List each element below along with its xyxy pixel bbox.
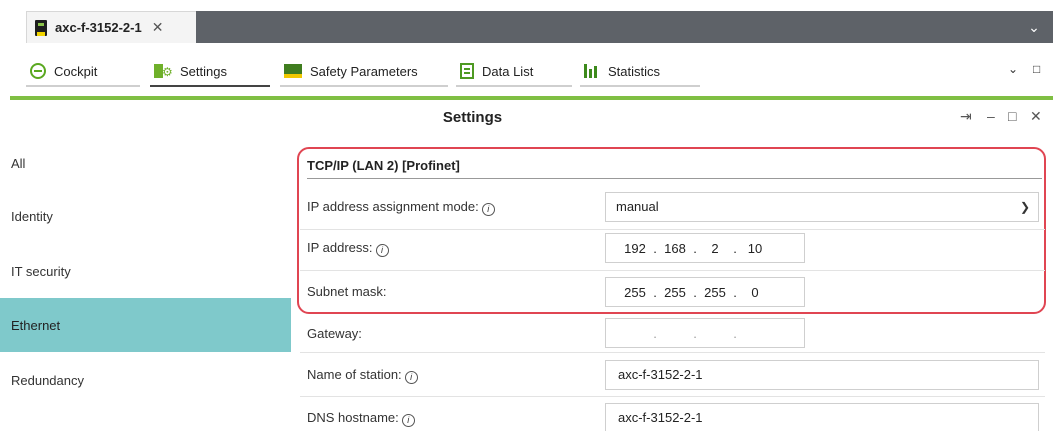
- station-name-input[interactable]: axc-f-3152-2-1: [605, 360, 1039, 390]
- row-divider: [300, 396, 1045, 397]
- panel-header: Settings: [0, 100, 1053, 136]
- cockpit-icon: [30, 63, 46, 79]
- subnet-octet-4[interactable]: 0: [740, 285, 770, 300]
- gateway-field[interactable]: . . .: [605, 318, 805, 348]
- tab-statistics-label: Statistics: [608, 63, 661, 79]
- ip-mode-value: manual: [616, 199, 659, 214]
- ip-mode-label-text: IP address assignment mode:: [307, 199, 479, 214]
- station-name-label-text: Name of station:: [307, 367, 402, 382]
- row-divider: [300, 270, 1045, 271]
- tab-data-list[interactable]: Data List: [456, 57, 572, 87]
- section-divider: [307, 178, 1042, 179]
- settings-sidebar: All Identity IT security Ethernet Redund…: [0, 136, 291, 431]
- plc-device-icon: [35, 19, 47, 36]
- ip-octet-1[interactable]: 192: [620, 241, 650, 256]
- tab-statistics[interactable]: Statistics: [580, 57, 700, 87]
- document-tab[interactable]: axc-f-3152-2-1 ✕: [26, 11, 196, 43]
- gateway-label: Gateway:: [307, 326, 362, 341]
- close-icon[interactable]: ✕: [152, 19, 164, 36]
- tab-cockpit-label: Cockpit: [54, 63, 98, 79]
- chevron-down-icon[interactable]: ⌄: [1008, 62, 1018, 76]
- pin-icon[interactable]: ⇥: [960, 108, 972, 125]
- tab-data-list-label: Data List: [482, 63, 534, 79]
- row-divider: [300, 352, 1045, 353]
- ip-mode-select[interactable]: manual ❯: [605, 192, 1039, 222]
- document-tab-strip: [196, 11, 1015, 43]
- tab-settings[interactable]: Settings: [150, 57, 270, 87]
- chevron-down-icon: ❯: [1019, 200, 1030, 214]
- chevron-down-icon[interactable]: ⌄: [1015, 11, 1053, 43]
- sidebar-item-it-security[interactable]: IT security: [0, 244, 291, 298]
- tab-safety-parameters-label: Safety Parameters: [310, 63, 418, 79]
- sidebar-item-all[interactable]: All: [0, 136, 291, 190]
- dns-hostname-input[interactable]: axc-f-3152-2-1: [605, 403, 1039, 431]
- tab-settings-label: Settings: [180, 63, 227, 79]
- section-title: TCP/IP (LAN 2) [Profinet]: [307, 158, 460, 173]
- maximize-icon[interactable]: □: [1008, 108, 1016, 124]
- octet-separator: .: [733, 325, 737, 341]
- tab-cockpit[interactable]: Cockpit: [26, 57, 140, 87]
- octet-separator: .: [733, 240, 737, 256]
- sidebar-item-redundancy[interactable]: Redundancy: [0, 353, 291, 407]
- octet-separator: .: [733, 284, 737, 300]
- settings-icon: [154, 63, 173, 79]
- tab-safety-parameters[interactable]: Safety Parameters: [280, 57, 448, 87]
- close-icon[interactable]: ✕: [1030, 108, 1042, 125]
- octet-separator: .: [653, 325, 657, 341]
- subnet-octet-2[interactable]: 255: [660, 285, 690, 300]
- document-tab-label: axc-f-3152-2-1: [55, 20, 142, 35]
- info-icon[interactable]: i: [401, 414, 415, 427]
- subnet-mask-label: Subnet mask:: [307, 284, 387, 299]
- ip-mode-label: IP address assignment mode: i: [307, 199, 495, 216]
- info-icon[interactable]: i: [375, 244, 389, 257]
- subnet-octet-3[interactable]: 255: [700, 285, 730, 300]
- ip-address-field[interactable]: 192. 168. 2. 10: [605, 233, 805, 263]
- data-list-icon: [460, 63, 474, 79]
- maximize-icon[interactable]: □: [1033, 62, 1040, 76]
- octet-separator: .: [693, 284, 697, 300]
- dns-hostname-label-text: DNS hostname:: [307, 410, 399, 425]
- ip-address-label: IP address: i: [307, 240, 389, 257]
- info-icon[interactable]: i: [404, 371, 418, 384]
- station-name-label: Name of station: i: [307, 367, 418, 384]
- octet-separator: .: [653, 284, 657, 300]
- ip-octet-4[interactable]: 10: [740, 241, 770, 256]
- minimize-icon[interactable]: –: [987, 108, 995, 124]
- info-icon[interactable]: i: [481, 203, 495, 216]
- ip-address-label-text: IP address:: [307, 240, 373, 255]
- row-divider: [300, 229, 1045, 230]
- ip-octet-2[interactable]: 168: [660, 241, 690, 256]
- octet-separator: .: [653, 240, 657, 256]
- subnet-mask-field[interactable]: 255. 255. 255. 0: [605, 277, 805, 307]
- sidebar-item-ethernet[interactable]: Ethernet: [0, 298, 291, 352]
- sidebar-item-identity[interactable]: Identity: [0, 189, 291, 243]
- subnet-octet-1[interactable]: 255: [620, 285, 650, 300]
- statistics-icon: [584, 64, 600, 78]
- page-title: Settings: [442, 109, 503, 126]
- octet-separator: .: [693, 325, 697, 341]
- safety-icon: [284, 64, 302, 78]
- dns-hostname-label: DNS hostname: i: [307, 410, 415, 427]
- ip-octet-3[interactable]: 2: [700, 241, 730, 256]
- octet-separator: .: [693, 240, 697, 256]
